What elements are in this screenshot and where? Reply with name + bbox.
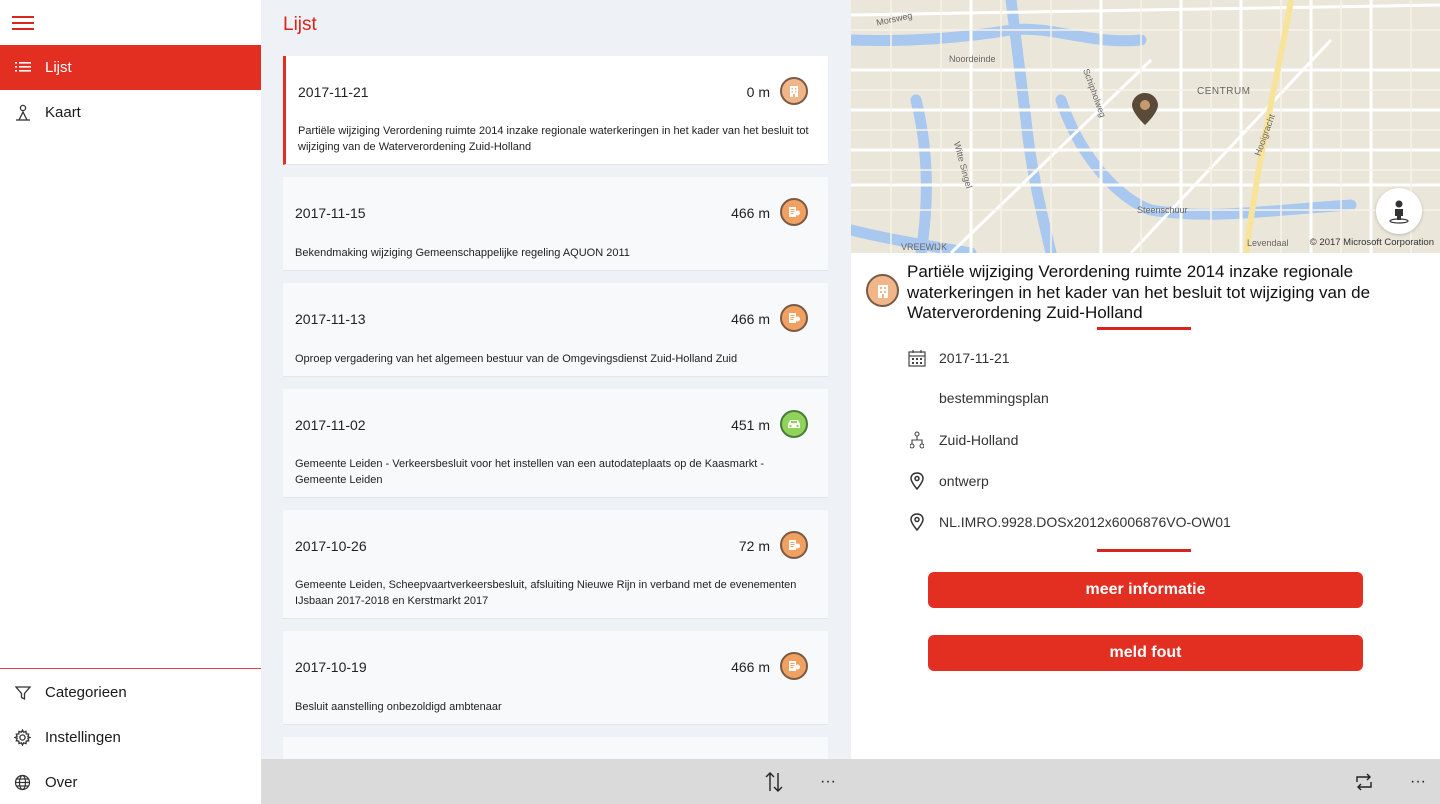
gear-icon [0, 729, 45, 746]
person-icon [1389, 200, 1409, 224]
item-date: 2017-11-02 [295, 417, 366, 433]
map-label: Steenschuur [1137, 205, 1188, 215]
item-description: Besluit aanstelling onbezoldigd ambtenaa… [295, 701, 502, 713]
detail-status: ontwerp [939, 473, 989, 489]
item-distance: 466 m [731, 659, 770, 675]
filter-icon [0, 685, 45, 701]
list-item[interactable] [283, 737, 828, 759]
divider [1097, 549, 1191, 552]
list-item[interactable]: 2017-11-13 466 m Oproep vergadering van … [283, 283, 828, 377]
item-date: 2017-10-26 [295, 538, 367, 554]
map-label: Levendaal [1247, 238, 1289, 248]
sidebar-item-over[interactable]: Over [0, 760, 261, 804]
location-pin-icon [906, 472, 928, 490]
street-view-button[interactable] [1376, 188, 1422, 234]
map-label: Noordeinde [949, 54, 996, 64]
item-description: Bekendmaking wijziging Gemeenschappelijk… [295, 247, 630, 259]
calendar-icon [906, 349, 928, 367]
document-icon [780, 531, 808, 559]
sidebar-item-label: Kaart [45, 104, 81, 121]
item-description: Partiële wijziging Verordening ruimte 20… [298, 125, 809, 153]
list-item[interactable]: 2017-11-02 451 m Gemeente Leiden - Verke… [283, 389, 828, 498]
detail-type-row: bestemmingsplan [906, 390, 1049, 406]
item-description: Gemeente Leiden, Scheepvaartverkeersbesl… [295, 579, 797, 607]
map-person-icon [0, 104, 45, 122]
map-label: VREEWIJK [901, 242, 948, 252]
sidebar-item-label: Over [45, 774, 78, 791]
detail-type: bestemmingsplan [939, 390, 1049, 406]
car-icon [780, 410, 808, 438]
item-date: 2017-11-13 [295, 311, 366, 327]
item-description: Oproep vergadering van het algemeen best… [295, 353, 738, 365]
building-icon [780, 77, 808, 105]
command-bar: ··· ··· [261, 759, 1440, 804]
sidebar-item-instellingen[interactable]: Instellingen [0, 715, 261, 760]
document-icon [780, 652, 808, 680]
list-item[interactable]: 2017-11-21 0 m Partiële wijziging Verord… [283, 56, 828, 165]
map-canvas [851, 0, 1440, 253]
sidebar-item-lijst[interactable]: Lijst [0, 45, 261, 90]
item-distance: 466 m [731, 311, 770, 327]
list-item[interactable]: 2017-11-15 466 m Bekendmaking wijziging … [283, 177, 828, 271]
item-distance: 466 m [731, 205, 770, 221]
page-title: Lijst [283, 14, 317, 35]
item-date: 2017-11-15 [295, 205, 366, 221]
more-info-button[interactable]: meer informatie [928, 572, 1363, 608]
hierarchy-icon [906, 431, 928, 449]
item-distance: 451 m [731, 417, 770, 433]
sort-icon[interactable] [761, 769, 787, 795]
map-label: CENTRUM [1197, 86, 1251, 97]
sidebar-item-label: Lijst [45, 59, 72, 76]
more-options-icon[interactable]: ··· [1405, 769, 1431, 795]
building-icon [866, 274, 899, 307]
list-item[interactable]: 2017-10-19 466 m Besluit aanstelling onb… [283, 631, 828, 725]
list-icon [0, 61, 45, 75]
globe-icon [0, 774, 45, 791]
detail-id-row: NL.IMRO.9928.DOSx2012x6006876VO-OW01 [906, 513, 1231, 531]
detail-date-row: 2017-11-21 [906, 349, 1010, 367]
list-item[interactable]: 2017-10-26 72 m Gemeente Leiden, Scheepv… [283, 510, 828, 619]
detail-id: NL.IMRO.9928.DOSx2012x6006876VO-OW01 [939, 514, 1231, 530]
sidebar-divider [0, 668, 261, 669]
detail-date: 2017-11-21 [939, 350, 1010, 366]
item-date: 2017-10-19 [295, 659, 367, 675]
divider [1097, 327, 1191, 330]
item-distance: 72 m [738, 538, 770, 554]
document-icon [780, 304, 808, 332]
detail-panel: Partiële wijziging Verordening ruimte 20… [851, 253, 1440, 759]
item-description: Gemeente Leiden - Verkeersbesluit voor h… [295, 458, 765, 486]
sidebar-item-categorieen[interactable]: Categorieen [0, 670, 261, 715]
list-panel: Lijst 2017-11-21 0 m Partiële wijziging … [261, 0, 851, 759]
map-copyright: © 2017 Microsoft Corporation [1309, 237, 1434, 248]
detail-region-row: Zuid-Holland [906, 431, 1018, 449]
sidebar: Lijst Kaart Categorieen Instellingen Ove… [0, 0, 261, 804]
document-icon [780, 198, 808, 226]
repeat-icon[interactable] [1351, 769, 1377, 795]
detail-status-row: ontwerp [906, 472, 989, 490]
location-pin-icon [906, 513, 928, 531]
sidebar-item-label: Categorieen [45, 684, 127, 701]
item-date: 2017-11-21 [298, 84, 369, 100]
more-options-icon[interactable]: ··· [815, 769, 841, 795]
sidebar-item-kaart[interactable]: Kaart [0, 90, 261, 135]
item-distance: 0 m [746, 84, 770, 100]
sidebar-item-label: Instellingen [45, 729, 121, 746]
map-view[interactable]: CENTRUM Noordeinde Morsweg Steenschuur L… [851, 0, 1440, 253]
report-error-button[interactable]: meld fout [928, 635, 1363, 671]
detail-title: Partiële wijziging Verordening ruimte 20… [907, 262, 1371, 322]
detail-region: Zuid-Holland [939, 432, 1019, 448]
hamburger-menu-icon[interactable] [12, 16, 34, 32]
